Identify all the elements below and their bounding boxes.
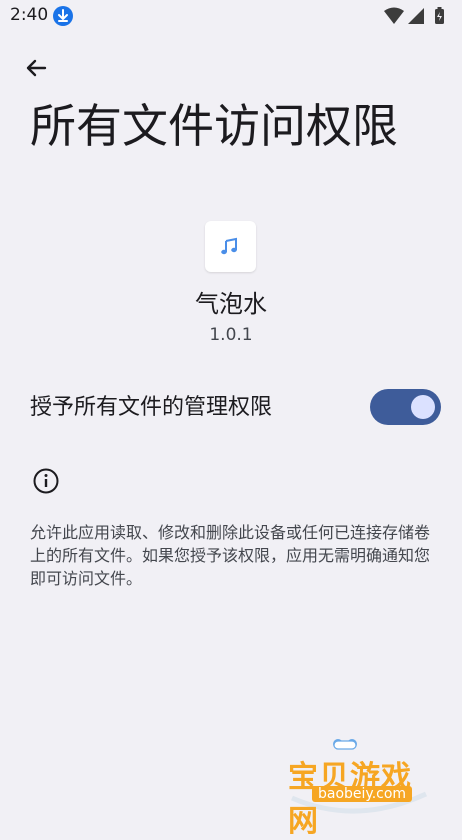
permission-toggle[interactable]: [370, 389, 441, 425]
arrow-back-icon: [26, 59, 47, 77]
status-icons: [384, 7, 444, 24]
download-icon: [53, 6, 73, 26]
app-icon: [205, 221, 256, 272]
page-title: 所有文件访问权限: [30, 99, 398, 153]
back-button[interactable]: [20, 52, 52, 84]
permission-description: 允许此应用读取、修改和删除此设备或任何已连接存储卷上的所有文件。如果您授予该权限…: [30, 523, 431, 588]
app-name: 气泡水: [195, 290, 267, 318]
app-version: 1.0.1: [209, 325, 253, 345]
info-icon: [32, 467, 60, 495]
status-time: 2:40: [10, 5, 49, 25]
music-note-icon: [221, 237, 237, 255]
permission-row[interactable]: 授予所有文件的管理权限: [0, 380, 462, 436]
watermark-url: baobeiy.com: [312, 786, 413, 802]
watermark: 宝贝游戏网 baobeiy.com: [286, 738, 434, 839]
toggle-thumb: [411, 395, 435, 419]
permission-label: 授予所有文件的管理权限: [30, 395, 273, 420]
status-bar: 2:40: [0, 0, 462, 32]
